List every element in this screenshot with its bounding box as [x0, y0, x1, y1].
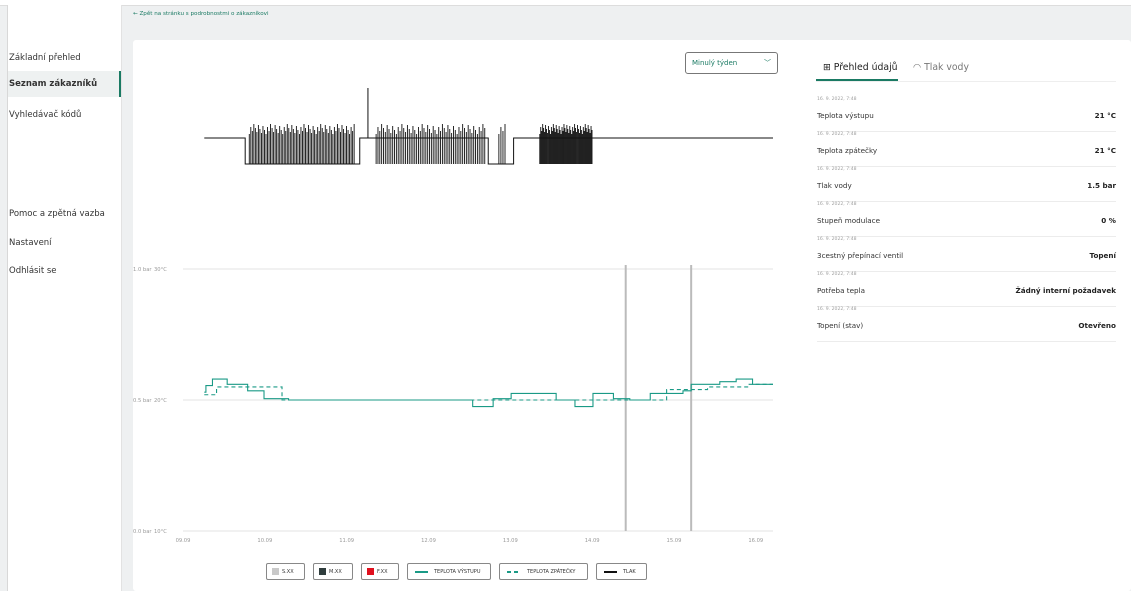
y-tick-label-pressure: 1.0 bar — [133, 267, 152, 273]
legend-label: M.XX — [329, 569, 342, 575]
legend-flow-temp[interactable]: TEPLOTA VÝSTUPU — [407, 563, 491, 580]
row-label: Teplota zpátečky — [817, 146, 878, 155]
time-markers — [624, 265, 693, 531]
legend-swatch — [367, 568, 374, 575]
sidebar-item-customers[interactable]: Seznam zákazníků — [8, 71, 121, 97]
x-tick-label: 11.09 — [339, 538, 354, 544]
tab-water-pressure[interactable]: ◠ Tlak vody — [913, 62, 969, 73]
x-tick-label: 10.09 — [257, 538, 272, 544]
return-temperature-line — [204, 383, 773, 401]
back-to-customer-link[interactable]: ← Zpět na stránku s podrobnostmi o zákaz… — [133, 11, 269, 17]
x-axis-ticks: 09.09 10.09 11.09 12.09 13.09 14.09 15.09 16.09 — [176, 538, 764, 544]
legend-label: TEPLOTA ZPÁTEČKY — [527, 569, 576, 575]
legend-pressure[interactable]: TLAK — [596, 563, 647, 580]
row-label: Tlak vody — [817, 181, 852, 190]
history-chart: 1.0 bar 30°C 0.5 bar 20°C 0.0 bar 10°C 09.09 1… — [133, 88, 773, 544]
period-select[interactable]: Minulý týden ﹀ — [685, 52, 778, 74]
row-label: 3cestný přepínací ventil — [817, 251, 904, 260]
pressure-burst — [539, 124, 593, 164]
row-label: Potřeba tepla — [817, 286, 865, 295]
legend-return-temp[interactable]: TEPLOTA ZPÁTEČKY — [499, 563, 588, 580]
top-bar — [0, 0, 1131, 6]
pressure-burst — [248, 124, 355, 164]
data-row: 16. 9. 2022, 7:48 Teplota výstupu 21 °C — [817, 97, 1116, 132]
legend-swatch — [415, 571, 428, 573]
sidebar: Základní přehled Seznam zákazníků Vyhled… — [7, 5, 122, 591]
row-timestamp: 16. 9. 2022, 7:48 — [817, 97, 857, 102]
legend-swatch — [507, 571, 521, 573]
row-value: Otevřeno — [1078, 321, 1116, 330]
row-timestamp: 16. 9. 2022, 7:48 — [817, 202, 857, 207]
row-timestamp: 16. 9. 2022, 7:48 — [817, 167, 857, 172]
legend-label: TEPLOTA VÝSTUPU — [434, 569, 481, 575]
legend-label: TLAK — [623, 569, 636, 575]
pressure-line — [204, 137, 773, 165]
sidebar-item-help[interactable]: Pomoc a zpětná vazba — [8, 201, 121, 227]
data-row: 16. 9. 2022, 7:48 Topení (stav) Otevřeno — [817, 307, 1116, 342]
temperature-series — [204, 378, 773, 408]
row-value: 21 °C — [1094, 111, 1116, 120]
row-timestamp: 16. 9. 2022, 7:48 — [817, 272, 857, 277]
x-tick-label: 09.09 — [176, 538, 191, 544]
tab-data-overview[interactable]: ⊞ Přehled údajů — [823, 62, 898, 73]
row-timestamp: 16. 9. 2022, 7:48 — [817, 307, 857, 312]
x-tick-label: 13.09 — [503, 538, 518, 544]
sidebar-item-code-finder[interactable]: Vyhledávač kódů — [8, 102, 121, 128]
row-timestamp: 16. 9. 2022, 7:48 — [817, 132, 857, 137]
legend-label: S.XX — [282, 569, 294, 575]
pressure-burst — [375, 124, 486, 164]
sidebar-item-logout[interactable]: Odhlásit se — [8, 258, 121, 284]
chevron-down-icon: ﹀ — [764, 59, 771, 67]
legend-sxx[interactable]: S.XX — [266, 563, 305, 580]
data-row: 16. 9. 2022, 7:48 Stupeň modulace 0 % — [817, 202, 1116, 237]
data-row: 16. 9. 2022, 7:48 3cestný přepínací vent… — [817, 237, 1116, 272]
legend-fxx[interactable]: F.XX — [361, 563, 399, 580]
row-value: Topení — [1089, 251, 1117, 260]
row-label: Stupeň modulace — [817, 216, 881, 225]
row-timestamp: 16. 9. 2022, 7:48 — [817, 237, 857, 242]
data-row: 16. 9. 2022, 7:48 Tlak vody 1.5 bar — [817, 167, 1116, 202]
legend-mxx[interactable]: M.XX — [313, 563, 353, 580]
period-select-value: Minulý týden — [692, 59, 738, 67]
x-tick-label: 16.09 — [748, 538, 763, 544]
row-value: 0 % — [1101, 216, 1116, 225]
legend-label: F.XX — [377, 569, 388, 575]
y-tick-label-pressure: 0.0 bar — [133, 529, 152, 535]
pressure-series — [204, 88, 773, 165]
sidebar-item-settings[interactable]: Nastavení — [8, 230, 121, 256]
row-value: 21 °C — [1094, 146, 1116, 155]
legend-swatch — [272, 568, 279, 575]
y-axis-ticks: 1.0 bar 30°C 0.5 bar 20°C 0.0 bar 10°C — [133, 267, 167, 535]
y-tick-label-temperature: 10°C — [154, 529, 167, 535]
row-label: Topení (stav) — [817, 321, 864, 330]
y-tick-label-temperature: 30°C — [154, 267, 167, 273]
pressure-burst — [498, 124, 506, 164]
data-row: 16. 9. 2022, 7:48 Potřeba tepla Žádný in… — [817, 272, 1116, 307]
legend-swatch — [604, 571, 617, 573]
data-row: 16. 9. 2022, 7:48 Teplota zpátečky 21 °C — [817, 132, 1116, 167]
flow-temperature-line — [204, 378, 773, 408]
row-value: Žádný interní požadavek — [1015, 286, 1116, 295]
row-label: Teplota výstupu — [817, 111, 874, 120]
x-tick-label: 15.09 — [667, 538, 682, 544]
y-tick-label-temperature: 20°C — [154, 398, 167, 404]
row-value: 1.5 bar — [1087, 181, 1116, 190]
y-tick-label-pressure: 0.5 bar — [133, 398, 152, 404]
legend-swatch — [319, 568, 326, 575]
tabs-divider — [816, 81, 1116, 82]
x-tick-label: 14.09 — [585, 538, 600, 544]
x-tick-label: 12.09 — [421, 538, 436, 544]
active-tab-indicator — [816, 79, 898, 81]
sidebar-item-overview[interactable]: Základní přehled — [8, 45, 121, 71]
